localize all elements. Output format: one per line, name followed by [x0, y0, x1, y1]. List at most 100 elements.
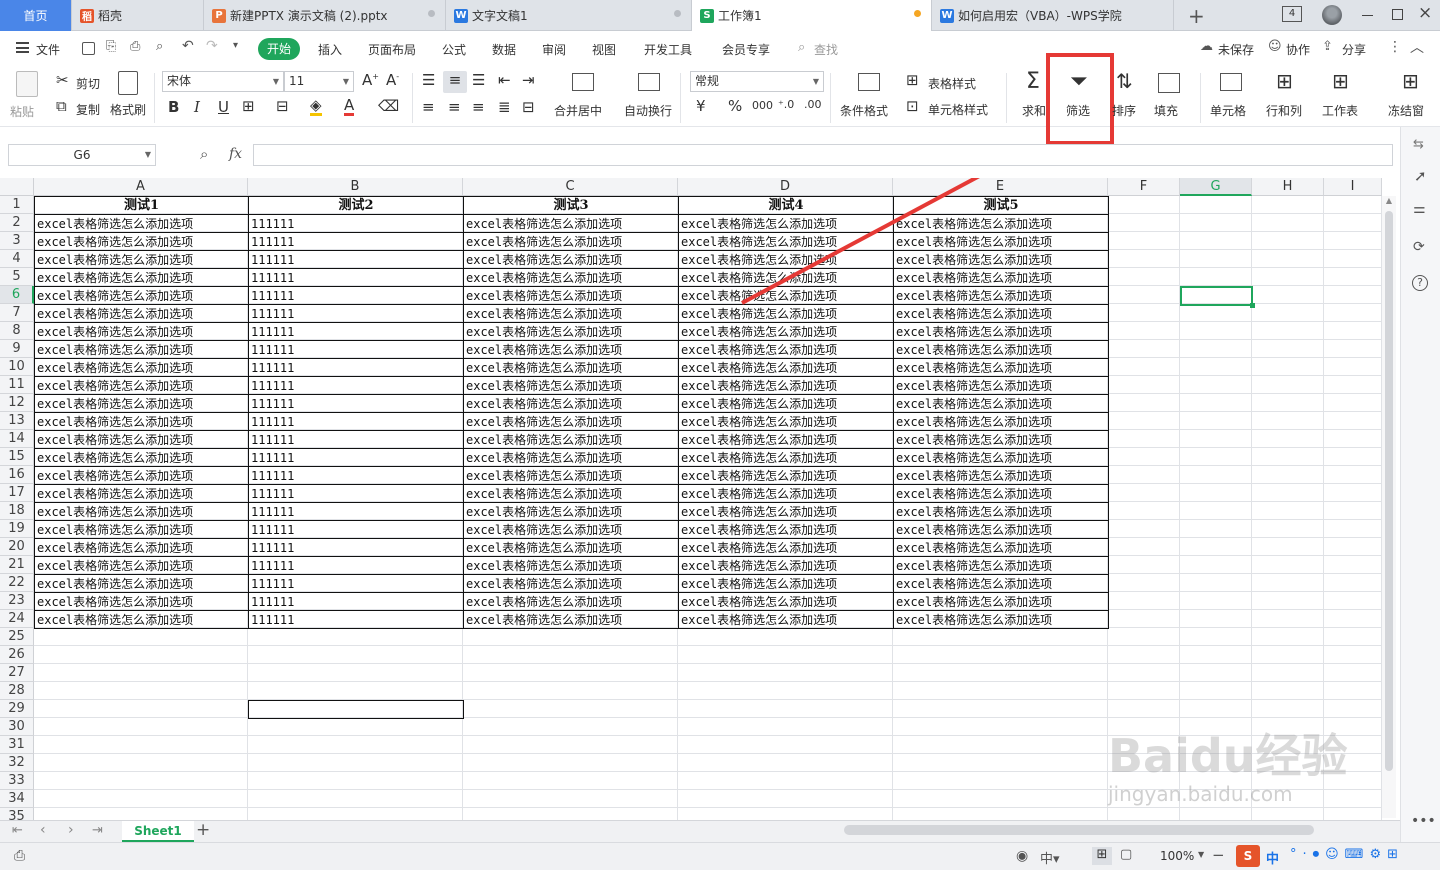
italic-icon[interactable]: I — [194, 100, 200, 115]
fill-color-icon[interactable]: ◈ — [310, 98, 322, 116]
last-sheet-icon[interactable]: ⇥ — [92, 823, 103, 838]
percent-icon[interactable]: % — [728, 99, 742, 114]
conditional-format-button[interactable]: 条件格式 — [840, 102, 888, 119]
sum-button[interactable]: 求和 — [1022, 102, 1046, 119]
distributed-align-icon[interactable]: ⊟ — [522, 100, 535, 115]
font-color-icon[interactable]: A — [344, 98, 355, 116]
copy-button[interactable]: 复制 — [76, 101, 100, 118]
spreadsheet-grid[interactable]: ABCDEFGHI 1 2 3 4 5 6 7 8 9 10 11 12 13 14 15 16 17 18 19 2… — [0, 178, 1400, 820]
cell-fill-pattern-icon[interactable]: ⊟ — [276, 99, 289, 114]
menu-tab-page-layout[interactable]: 页面布局 — [368, 41, 416, 58]
tab-pptx[interactable]: P 新建PPTX 演示文稿 (2).pptx — [204, 0, 446, 31]
paste-button[interactable]: 粘贴 — [10, 103, 34, 120]
unsaved-dot-icon[interactable] — [914, 10, 921, 17]
tab-wps-academy[interactable]: W 如何启用宏（VBA）-WPS学院 — [932, 0, 1174, 31]
indent-decrease-icon[interactable]: ⇤ — [498, 73, 511, 88]
sheet-tab-sheet1[interactable]: Sheet1 — [122, 821, 194, 842]
tab-count-icon[interactable]: 4 — [1282, 6, 1302, 22]
select-pointer-icon[interactable]: ➚ — [1414, 167, 1427, 185]
indent-increase-icon[interactable]: ⇥ — [522, 73, 535, 88]
properties-icon[interactable]: ⚌ — [1413, 201, 1426, 217]
save-icon[interactable] — [82, 42, 95, 55]
new-tab-button[interactable]: + — [1188, 4, 1205, 28]
collaborate-button[interactable]: 协作 — [1286, 41, 1310, 58]
align-top-icon[interactable]: ☰ — [422, 73, 435, 88]
avatar[interactable] — [1322, 5, 1342, 25]
page-view-icon[interactable]: ▢ — [1120, 847, 1132, 862]
close-tab-icon[interactable] — [674, 10, 681, 17]
export-icon[interactable]: ⎘ — [106, 39, 116, 54]
decrease-font-icon[interactable]: A- — [386, 73, 399, 88]
search-icon[interactable]: ⌕ — [798, 40, 805, 55]
close-tab-icon[interactable] — [428, 10, 435, 17]
formula-input[interactable] — [253, 144, 1393, 166]
menu-tab-view[interactable]: 视图 — [592, 41, 616, 58]
paste-icon[interactable] — [16, 71, 38, 97]
prev-sheet-icon[interactable]: ‹ — [40, 822, 46, 838]
align-center-icon[interactable]: ≡ — [448, 100, 461, 115]
undo-icon[interactable]: ↶ — [182, 38, 194, 54]
unsaved-status[interactable]: 未保存 — [1218, 41, 1254, 58]
hamburger-icon[interactable] — [16, 42, 29, 53]
clear-format-icon[interactable]: ⌫ — [378, 99, 399, 114]
worksheet-button[interactable]: 工作表 — [1322, 102, 1358, 119]
menu-file[interactable]: 文件 — [36, 41, 60, 58]
number-format-select[interactable]: 常规 ▼ — [690, 71, 824, 92]
print-preview-icon[interactable]: ⌕ — [156, 39, 163, 54]
align-middle-icon[interactable]: ≡ — [443, 71, 467, 93]
ime-toolbar-icons[interactable]: °·⏺☺⌨⚙⊞ — [1290, 847, 1404, 862]
menu-tab-start[interactable]: 开始 — [258, 38, 300, 60]
tab-word-doc[interactable]: W 文字文稿1 — [446, 0, 692, 31]
table-style-button[interactable]: 表格样式 — [928, 75, 976, 92]
add-sheet-button[interactable]: + — [196, 820, 210, 840]
search-box[interactable]: 查找 — [814, 41, 838, 58]
more-options-icon[interactable]: ••• — [1411, 813, 1436, 829]
tab-docer[interactable]: 稻 稻壳 — [72, 0, 204, 31]
zoom-out-icon[interactable]: − — [1212, 846, 1225, 864]
share-button[interactable]: 分享 — [1342, 41, 1366, 58]
menu-tab-data[interactable]: 数据 — [492, 41, 516, 58]
ime-chinese-indicator[interactable]: 中 — [1266, 848, 1279, 867]
backup-icon[interactable]: ⟳ — [1413, 239, 1425, 255]
first-sheet-icon[interactable]: ⇤ — [12, 823, 23, 838]
next-sheet-icon[interactable]: › — [68, 822, 74, 838]
sort-button[interactable]: 排序 — [1112, 102, 1136, 119]
font-name-select[interactable]: 宋体 ▼ — [162, 71, 284, 92]
eye-protection-icon[interactable]: ◉ — [1016, 848, 1028, 864]
chevron-down-icon[interactable]: ▼ — [1198, 850, 1204, 859]
freeze-pane-button[interactable]: 冻结窗 — [1388, 102, 1424, 119]
align-bottom-icon[interactable]: ☰ — [472, 73, 485, 88]
minimize-icon[interactable] — [1362, 15, 1373, 16]
borders-icon[interactable]: ⊞ — [242, 99, 255, 114]
menu-tab-developer[interactable]: 开发工具 — [644, 41, 692, 58]
merge-center-button[interactable]: 合并居中 — [554, 102, 602, 119]
currency-icon[interactable]: ¥ — [696, 99, 706, 114]
horizontal-scroll-thumb[interactable] — [844, 825, 1314, 835]
redo-icon[interactable]: ↷ — [206, 38, 218, 54]
cut-button[interactable]: 剪切 — [76, 75, 100, 92]
row-col-button[interactable]: 行和列 — [1266, 102, 1302, 119]
format-painter-button[interactable]: 格式刷 — [110, 101, 146, 118]
thousands-separator-icon[interactable]: 000 — [752, 100, 773, 111]
bold-icon[interactable]: B — [168, 100, 179, 115]
cell-style-button[interactable]: 单元格样式 — [928, 101, 988, 118]
justify-icon[interactable]: ≣ — [498, 100, 511, 115]
menu-tab-member[interactable]: 会员专享 — [722, 41, 770, 58]
zoom-level[interactable]: 100% — [1160, 849, 1194, 863]
fill-button[interactable]: 填充 — [1154, 102, 1178, 119]
increase-decimal-icon[interactable]: ⁺.0 — [778, 99, 794, 110]
close-window-icon[interactable]: × — [1418, 3, 1432, 23]
decrease-decimal-icon[interactable]: .00 — [804, 99, 822, 110]
zoom-formula-icon[interactable]: ⌕ — [200, 145, 208, 163]
tab-home[interactable]: 首页 — [0, 0, 72, 31]
align-left-icon[interactable]: ≡ — [422, 100, 435, 115]
font-size-select[interactable]: 11 ▼ — [284, 71, 354, 92]
wrap-text-button[interactable]: 自动换行 — [624, 102, 672, 119]
collapse-panel-icon[interactable]: ⇆ — [1413, 137, 1424, 152]
more-menu-icon[interactable]: ⋮ — [1388, 39, 1402, 55]
menu-tab-insert[interactable]: 插入 — [318, 41, 342, 58]
underline-icon[interactable]: U — [218, 100, 229, 115]
collapse-ribbon-icon[interactable]: ︿ — [1410, 37, 1424, 57]
menu-tab-formulas[interactable]: 公式 — [442, 41, 466, 58]
macro-record-icon[interactable]: ⎙ — [14, 848, 25, 864]
